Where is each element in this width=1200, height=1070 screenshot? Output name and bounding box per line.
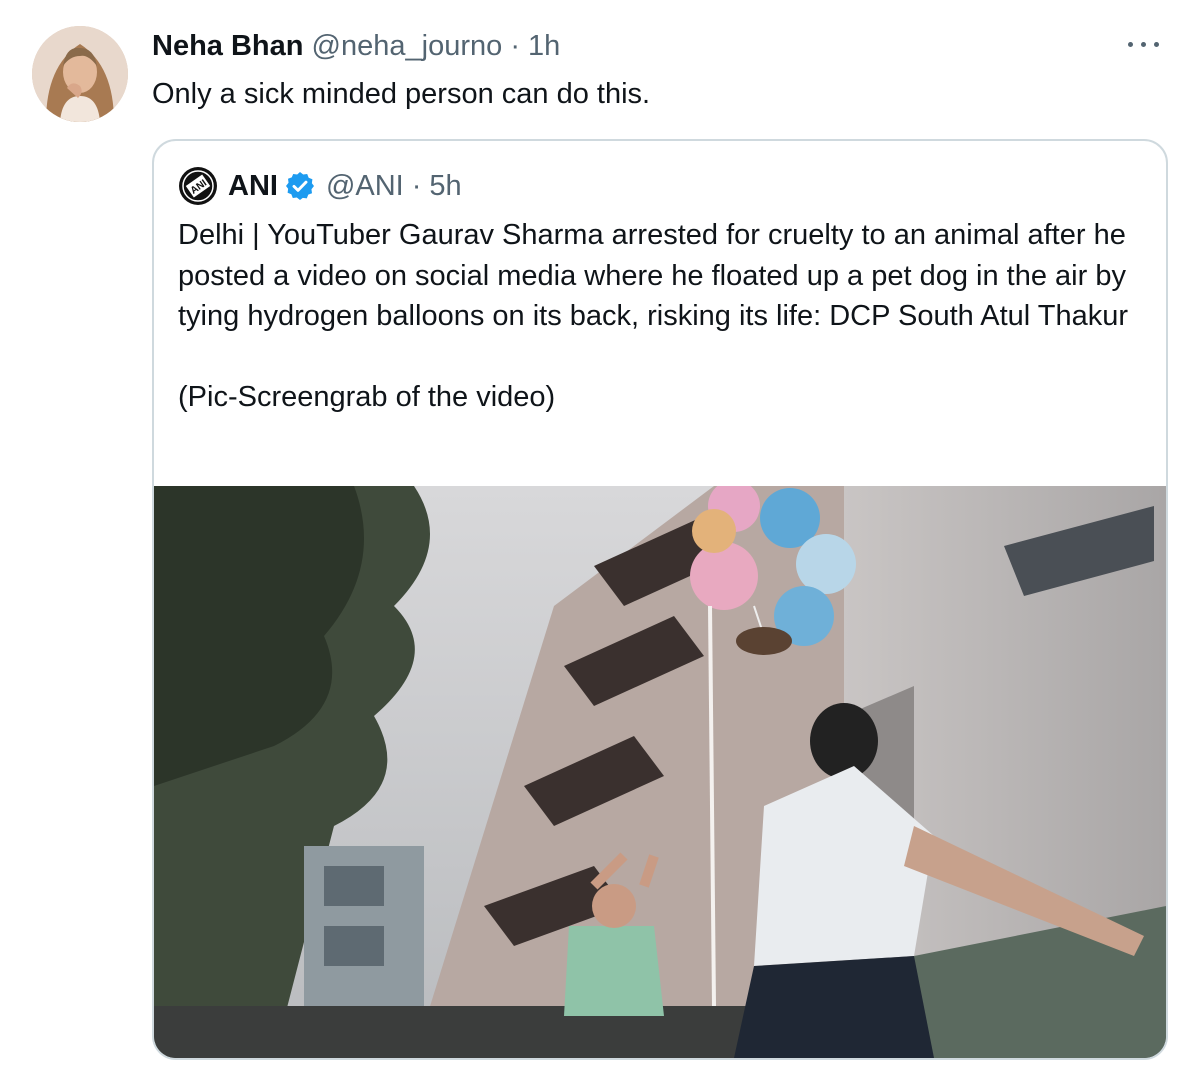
quoted-author-handle[interactable]: @ANI: [326, 167, 404, 205]
quoted-tweet-text: Delhi | YouTuber Gaurav Sharma arrested …: [178, 219, 1128, 413]
video-screengrab-image: [154, 486, 1166, 1058]
quoted-tweet-media[interactable]: [154, 486, 1166, 1058]
author-name[interactable]: Neha Bhan: [152, 30, 303, 62]
more-options-icon[interactable]: [1126, 34, 1162, 54]
quoted-tweet-header: ANI ANI @ANI · 5h: [178, 167, 462, 205]
separator-dot: ·: [411, 170, 422, 202]
author-handle[interactable]: @neha_journo: [312, 30, 503, 62]
separator-dot: ·: [510, 30, 520, 62]
ani-logo-icon[interactable]: ANI: [178, 166, 218, 206]
user-avatar-icon: [32, 26, 128, 122]
tweet-header: Neha Bhan @neha_journo · 1h: [152, 28, 560, 64]
author-avatar[interactable]: [32, 26, 128, 122]
tweet-time[interactable]: 1h: [528, 30, 560, 62]
tweet-text: Only a sick minded person can do this.: [152, 78, 651, 110]
quoted-tweet-time[interactable]: 5h: [429, 167, 461, 205]
verified-badge-icon: [285, 172, 314, 200]
quoted-tweet-card[interactable]: ANI ANI @ANI · 5h Delhi | YouTuber Gaura…: [152, 139, 1168, 1060]
quoted-author-name[interactable]: ANI: [228, 167, 278, 205]
tweet[interactable]: Neha Bhan @neha_journo · 1h Only a sick …: [0, 0, 1200, 1070]
